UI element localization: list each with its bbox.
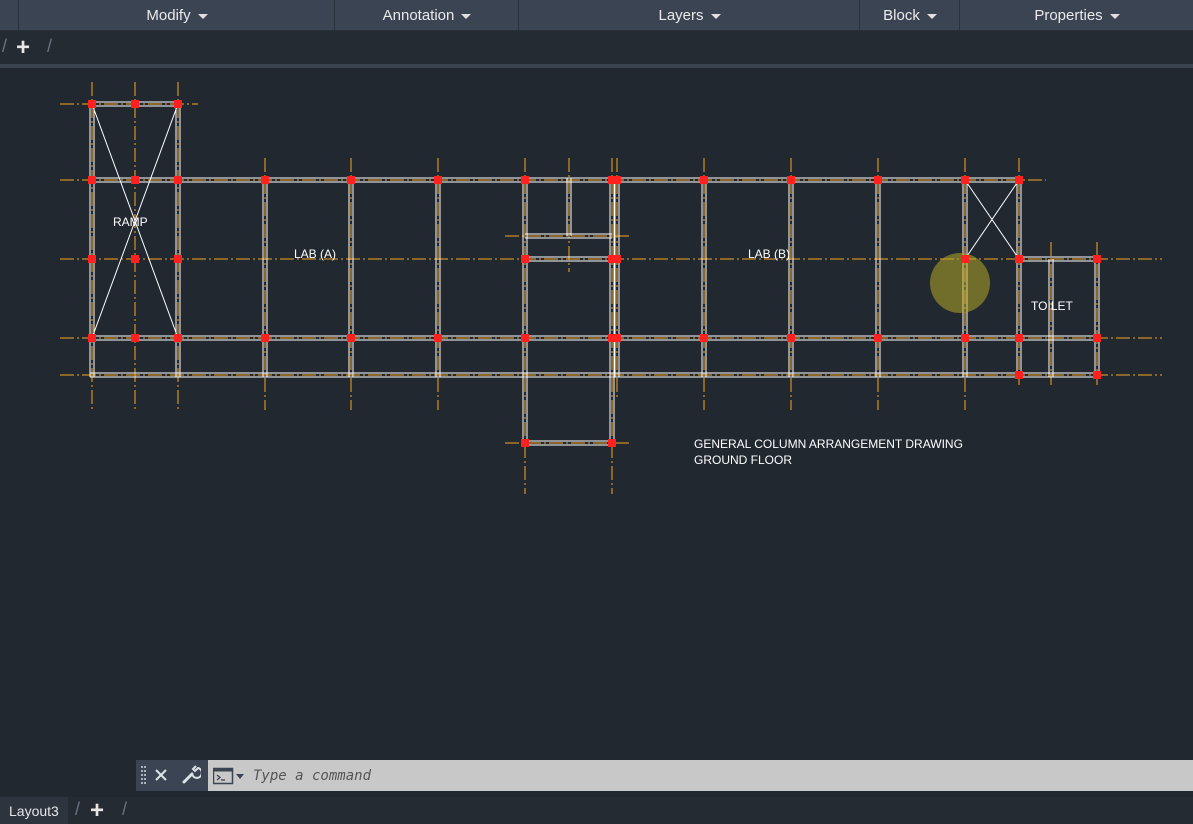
drawing-canvas[interactable]: RAMP LAB (A) LAB (B) TOILET GENERAL COLU… — [0, 68, 1193, 760]
column-marker — [174, 255, 182, 263]
column-marker — [131, 255, 139, 263]
dropdown-caret-icon — [236, 774, 244, 779]
wrench-icon[interactable] — [181, 765, 201, 785]
column-marker — [261, 176, 269, 184]
chevron-down-icon — [710, 13, 721, 19]
column-marker — [131, 176, 139, 184]
column-marker — [88, 176, 96, 184]
column-marker — [700, 334, 708, 342]
cursor-highlight — [930, 253, 990, 313]
add-layout-icon[interactable]: + — [90, 799, 104, 823]
chevron-down-icon — [1109, 13, 1120, 19]
column-marker — [1093, 255, 1101, 263]
gridlines — [60, 82, 1162, 494]
column-marker — [1015, 334, 1023, 342]
column-marker — [174, 100, 182, 108]
layers-panel-button[interactable]: Layers — [518, 0, 860, 30]
tab-separator: / — [122, 799, 128, 819]
tab-layout3-label: Layout3 — [9, 802, 59, 819]
column-marker — [88, 100, 96, 108]
column-marker — [174, 176, 182, 184]
ramp-label: RAMP — [113, 215, 148, 229]
column-marker — [434, 176, 442, 184]
chevron-down-icon — [197, 13, 208, 19]
column-marker — [1093, 371, 1101, 379]
column-marker — [347, 176, 355, 184]
chevron-down-icon — [461, 13, 472, 19]
column-marker — [1015, 255, 1023, 263]
column-marker — [131, 334, 139, 342]
tab-separator: / — [47, 36, 53, 56]
column-marker — [521, 255, 529, 263]
modify-panel-button[interactable]: Modify — [18, 0, 335, 30]
annotation-panel-button[interactable]: Annotation — [334, 0, 519, 30]
new-file-tab-icon[interactable]: + — [16, 36, 30, 60]
ribbon-panel-bar: Modify Annotation Layers Block Propertie… — [0, 0, 1193, 31]
column-marker — [787, 176, 795, 184]
column-marker — [874, 176, 882, 184]
close-icon[interactable] — [155, 769, 167, 781]
file-tab-bar: / + / — [0, 31, 1193, 64]
properties-panel-button[interactable]: Properties — [959, 0, 1193, 30]
column-marker — [874, 334, 882, 342]
lab-a-label: LAB (A) — [294, 247, 336, 261]
column-marker — [88, 255, 96, 263]
column-marker — [521, 334, 529, 342]
column-marker — [787, 334, 795, 342]
column-marker — [1015, 371, 1023, 379]
column-marker — [347, 334, 355, 342]
tab-separator: / — [75, 799, 81, 819]
tab-layout3[interactable]: Layout3 — [0, 797, 68, 824]
chevron-down-icon — [926, 13, 937, 19]
drawing-title-line2: GROUND FLOOR — [694, 453, 792, 467]
grip-icon[interactable] — [141, 766, 147, 786]
block-panel-label: Block — [883, 6, 920, 24]
tab-separator: / — [2, 36, 8, 56]
toilet-label: TOILET — [1031, 299, 1073, 313]
lab-b-label: LAB (B) — [748, 247, 790, 261]
column-marker — [613, 334, 621, 342]
column-marker — [961, 334, 969, 342]
column-marker — [131, 100, 139, 108]
column-marker — [174, 334, 182, 342]
column-marker — [521, 439, 529, 447]
command-input[interactable] — [208, 760, 1193, 791]
modify-panel-label: Modify — [146, 6, 191, 24]
layers-panel-label: Layers — [658, 6, 704, 24]
command-line-toolbar — [136, 760, 208, 791]
terminal-icon[interactable] — [213, 767, 247, 785]
column-marker — [434, 334, 442, 342]
layout-tab-bar: Layout3 / + / — [0, 797, 1193, 824]
column-marker — [613, 255, 621, 263]
column-marker — [521, 176, 529, 184]
annotation-panel-label: Annotation — [382, 6, 455, 24]
column-marker — [88, 334, 96, 342]
drawing-title-line1: GENERAL COLUMN ARRANGEMENT DRAWING — [694, 437, 963, 451]
column-marker — [261, 334, 269, 342]
column-marker — [608, 439, 616, 447]
column-marker — [1093, 334, 1101, 342]
column-marker — [961, 176, 969, 184]
block-panel-button[interactable]: Block — [859, 0, 960, 30]
column-marker — [961, 255, 969, 263]
column-marker — [700, 176, 708, 184]
column-marker — [1015, 176, 1023, 184]
column-marker — [613, 176, 621, 184]
properties-panel-label: Properties — [1034, 6, 1103, 24]
